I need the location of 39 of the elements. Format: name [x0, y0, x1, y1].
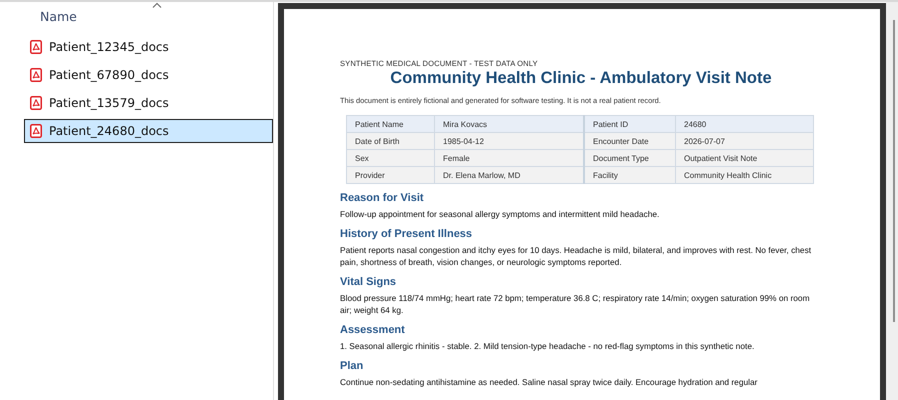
field-label: Sex — [346, 150, 434, 166]
column-header[interactable]: Name — [40, 8, 77, 24]
scrollbar-thumb[interactable] — [893, 20, 895, 322]
section-text: Patient reports nasal congestion and itchy eyes for 10 days. Headache is mild, bilateral, and improves with rest. No fever, chest pain, shortness of breath, vision changes, or neurologic symptoms reported. — [340, 244, 812, 268]
field-label: Encounter Date — [584, 132, 676, 150]
section-heading: Vital Signs — [340, 276, 398, 288]
pdf-file-icon — [30, 96, 42, 110]
file-item[interactable]: Patient_12345_docs — [24, 35, 273, 59]
field-label: Patient ID — [584, 116, 676, 132]
section-heading: Assessment — [340, 324, 406, 336]
sort-caret-icon[interactable] — [152, 2, 162, 8]
section-text: Blood pressure 118/74 mmHg; heart rate 72 bpm; temperature 36.8 C; respiratory rate 14/min; oxygen saturation 99% on room air; weight 64 kg. — [340, 292, 811, 316]
file-item[interactable]: Patient_13579_docs — [24, 91, 273, 115]
field-label: Facility — [584, 166, 676, 184]
field-label: Provider — [346, 166, 434, 184]
field-value: Female — [434, 150, 584, 166]
scrollbar[interactable] — [886, 2, 898, 400]
field-label: Document Type — [584, 150, 676, 166]
pdf-file-icon — [30, 40, 42, 54]
pdf-file-icon — [30, 124, 42, 138]
section-text: 1. Seasonal allergic rhinitis - stable. 2. Mild tension-type headache - no red-flag symptoms in this synthetic note. — [340, 340, 756, 352]
file-item[interactable]: Patient_67890_docs — [24, 63, 273, 87]
field-value: 24680 — [676, 116, 814, 132]
file-item[interactable]: Patient_24680_docs — [24, 119, 273, 143]
document-title: Community Health Clinic - Ambulatory Visit Note — [389, 69, 773, 88]
pdf-file-icon — [30, 68, 42, 82]
field-value: 1985-04-12 — [434, 132, 584, 150]
section-heading: History of Present Illness — [340, 228, 474, 240]
field-value: 2026-07-07 — [676, 132, 814, 150]
field-value: Mira Kovacs — [434, 116, 584, 132]
field-value: Dr. Elena Marlow, MD — [434, 166, 584, 184]
section-heading: Reason for Visit — [340, 192, 425, 204]
section-text: Continue non-sedating antihistamine as needed. Saline nasal spray twice daily. Encourage hydration and regular — [340, 376, 758, 388]
field-label: Date of Birth — [346, 132, 434, 150]
section-heading: Plan — [340, 360, 364, 372]
field-value: Community Health Clinic — [676, 166, 814, 184]
field-label: Patient Name — [346, 116, 434, 132]
field-value: Outpatient Visit Note — [676, 150, 814, 166]
section-text: Follow-up appointment for seasonal allergy symptoms and intermittent mild headache. — [340, 208, 660, 220]
